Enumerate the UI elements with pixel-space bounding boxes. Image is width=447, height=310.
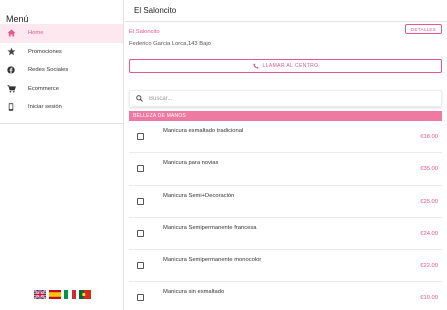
sidebar-item-redes-sociales[interactable]: Redes Sociales	[0, 61, 123, 80]
service-row[interactable]: Manicura sin esmaltado €10.00	[129, 282, 442, 310]
service-row[interactable]: Manicura esmaltado tradicional €18.00	[129, 121, 442, 154]
sidebar-item-label: Ecommerce	[28, 85, 59, 92]
search-input[interactable]	[149, 95, 399, 102]
sidebar-item-iniciar-sesion[interactable]: Iniciar sesión	[0, 98, 123, 117]
sidebar-item-ecommerce[interactable]: Ecommerce	[0, 80, 123, 99]
service-price: €25.00	[420, 198, 438, 205]
service-row[interactable]: Manicura Semipermanente monocolor €22.00	[129, 250, 442, 283]
search-bar[interactable]	[129, 90, 442, 107]
menu-title: Menú	[6, 14, 29, 24]
service-price: €22.00	[420, 263, 438, 270]
shop-name[interactable]: El Saloncito	[129, 29, 160, 35]
phone-icon	[252, 63, 259, 69]
service-checkbox[interactable]	[137, 197, 144, 205]
service-name: Manicura para novias	[163, 160, 219, 167]
service-checkbox[interactable]	[137, 262, 144, 270]
menu-list: Home Promociones Redes Sociales Ecommerc…	[0, 24, 123, 117]
service-row[interactable]: Manicura para novias €35.00	[129, 153, 442, 186]
home-icon	[1, 29, 21, 37]
service-price: €35.00	[420, 166, 438, 173]
sidebar: Menú Home Promociones Redes Sociales Eco…	[0, 0, 124, 310]
sidebar-item-label: Promociones	[28, 48, 62, 55]
category-header: BELLEZA DE MANOS	[129, 111, 442, 121]
sidebar-item-label: Home	[28, 30, 44, 37]
main-content: El Saloncito DETALLES Federico Garcia Lo…	[125, 22, 447, 310]
service-checkbox[interactable]	[137, 133, 144, 140]
service-price: €10.00	[420, 295, 438, 302]
cart-icon	[1, 85, 21, 93]
sidebar-item-label: Iniciar sesión	[28, 104, 62, 111]
sidebar-item-home[interactable]: Home	[0, 24, 123, 43]
service-checkbox[interactable]	[137, 229, 144, 237]
sidebar-item-promociones[interactable]: Promociones	[0, 43, 123, 62]
service-price: €18.00	[420, 134, 438, 140]
service-name: Manicura Semipermanente monocolor	[163, 257, 262, 264]
service-row[interactable]: Manicura Semipermanente francesa €24.00	[129, 218, 442, 251]
call-center-button[interactable]: LLAMAR AL CENTRO	[129, 59, 442, 73]
flag-uk-icon[interactable]	[34, 290, 46, 299]
service-name: Manicura Semipermanente francesa	[163, 224, 257, 231]
search-icon	[136, 95, 143, 102]
services-list: Manicura esmaltado tradicional €18.00 Ma…	[129, 121, 442, 310]
flag-portugal-icon[interactable]	[79, 290, 91, 299]
menu-divider	[0, 123, 123, 124]
phone-device-icon	[1, 103, 21, 111]
facebook-icon	[1, 66, 21, 74]
service-checkbox[interactable]	[137, 165, 144, 173]
sidebar-item-label: Redes Sociales	[28, 67, 69, 74]
page-title: El Saloncito	[134, 6, 177, 15]
flag-italy-icon[interactable]	[64, 290, 76, 299]
flag-spain-icon[interactable]	[49, 290, 61, 299]
service-name: Manicura sin esmaltado	[163, 289, 225, 296]
service-row[interactable]: Manicura Semi+Decoración €25.00	[129, 186, 442, 218]
service-price: €24.00	[420, 230, 438, 237]
service-checkbox[interactable]	[137, 294, 144, 302]
service-name: Manicura esmaltado tradicional	[163, 128, 244, 134]
details-button[interactable]: DETALLES	[405, 24, 442, 34]
star-icon	[1, 47, 21, 56]
shop-address: Federico Garcia Lorca,143 Bajo	[129, 41, 211, 47]
call-button-label: LLAMAR AL CENTRO	[262, 63, 319, 69]
language-flags	[34, 290, 91, 299]
service-name: Manicura Semi+Decoración	[163, 192, 235, 199]
app-header: El Saloncito	[125, 0, 447, 22]
